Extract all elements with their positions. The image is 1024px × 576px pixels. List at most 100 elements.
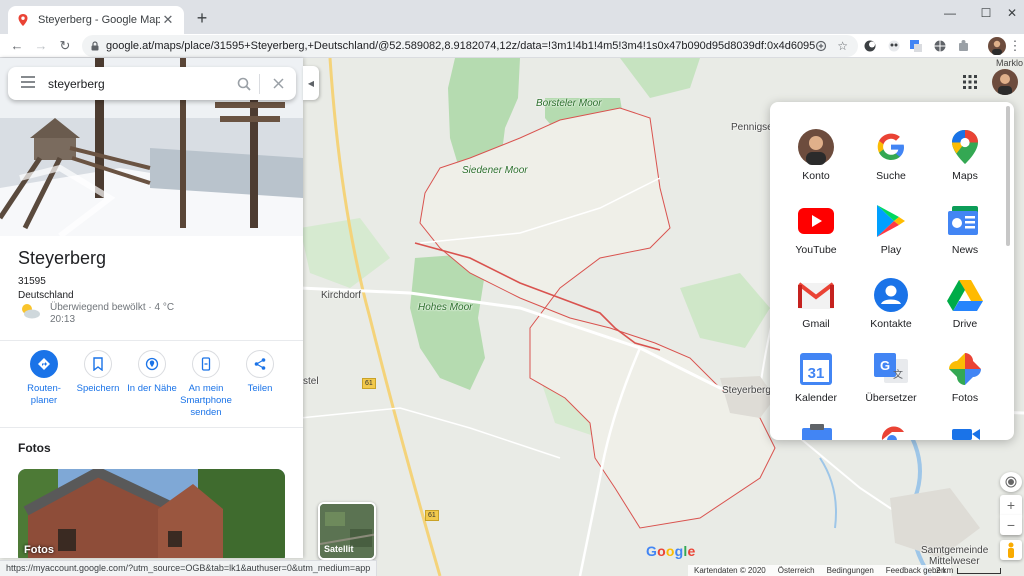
url-text: google.at/maps/place/31595+Steyerberg,+D…: [106, 40, 816, 52]
directions-icon: [30, 350, 58, 378]
photos-section-title: Fotos: [18, 441, 51, 455]
hamburger-menu-icon[interactable]: [8, 76, 48, 91]
zoom-in-button[interactable]: +: [1000, 495, 1022, 515]
map-label-steyerberg: Steyerberg: [722, 385, 771, 396]
star-icon[interactable]: ☆: [837, 39, 848, 53]
app-uebersetzer[interactable]: G 文 Übersetzer: [854, 350, 928, 404]
extensions-puzzle-icon[interactable]: [956, 38, 972, 54]
map-label-siedener-moor: Siedener Moor: [462, 165, 528, 176]
chrome-icon: [881, 426, 904, 440]
new-tab-button[interactable]: +: [192, 9, 212, 27]
account-avatar[interactable]: [992, 69, 1018, 95]
app-name: Suche: [876, 170, 906, 182]
clear-search-icon[interactable]: [260, 78, 296, 89]
contacts-icon: [872, 276, 910, 314]
google-apps-icon[interactable]: [962, 74, 978, 90]
pegman-button[interactable]: [1000, 540, 1022, 560]
app-name: News: [951, 244, 979, 256]
action-label: An mein Smartphone senden: [180, 383, 232, 418]
place-panel: Steyerberg 31595 Deutschland Überwiegend…: [0, 58, 303, 558]
satellite-toggle[interactable]: Satellit: [318, 502, 376, 560]
road-shield-61: 61: [362, 378, 376, 389]
scale-label: 2 km: [936, 566, 954, 575]
drive-icon: [946, 276, 984, 314]
extension-owl-icon[interactable]: [886, 38, 902, 54]
search-icon[interactable]: [229, 74, 259, 94]
my-location-button[interactable]: [1000, 472, 1022, 492]
tab-close-icon[interactable]: ✕: [160, 12, 176, 28]
search-input[interactable]: [48, 76, 229, 91]
action-directions[interactable]: Routen- planer: [14, 350, 74, 407]
extension-globe-icon[interactable]: [932, 38, 948, 54]
status-bar-url: https://myaccount.google.com/?utm_source…: [0, 560, 378, 576]
app-kontakte[interactable]: Kontakte: [854, 276, 928, 330]
app-youtube[interactable]: YouTube: [779, 202, 853, 256]
meet-icon: [952, 429, 980, 440]
calendar-icon: 31: [797, 350, 835, 388]
translate-extension-icon[interactable]: [908, 38, 924, 54]
browser-tab[interactable]: Steyerberg - Google Maps ✕: [8, 6, 184, 34]
zoom-out-button[interactable]: −: [1000, 515, 1022, 535]
app-kalender[interactable]: 31 Kalender: [779, 350, 853, 404]
app-konto[interactable]: Konto: [779, 128, 853, 182]
forward-button[interactable]: →: [32, 37, 50, 55]
play-icon: [872, 202, 910, 240]
map-scale[interactable]: 2 km: [934, 565, 1002, 576]
briefcase-icon: [802, 424, 832, 440]
attribution-terms-link[interactable]: Bedingungen: [827, 565, 874, 576]
app-name: YouTube: [795, 244, 837, 256]
attribution-copyright: Kartendaten © 2020: [694, 566, 766, 575]
app-gmail[interactable]: Gmail: [779, 276, 853, 330]
browser-toolbar: ← → ↻ google.at/maps/place/31595+Steyerb…: [0, 34, 1024, 58]
map-label-kirchdorf: Kirchdorf: [321, 290, 362, 301]
action-label: In der Nähe: [127, 383, 177, 394]
weather-text: Überwiegend bewölkt · 4 °C: [50, 302, 175, 313]
extension-dark-icon[interactable]: [862, 38, 878, 54]
collapse-panel-button[interactable]: ◀: [303, 66, 319, 100]
reload-button[interactable]: ↻: [56, 37, 74, 55]
photo-card[interactable]: Fotos: [18, 469, 285, 558]
app-name: Play: [880, 244, 902, 256]
app-play[interactable]: Play: [854, 202, 928, 256]
app-name: Konto: [802, 170, 830, 182]
map-label-marklo: Marklo: [996, 58, 1024, 68]
share-icon: [246, 350, 274, 378]
tab-title: Steyerberg - Google Maps: [38, 14, 160, 26]
photo-card-label: Fotos: [24, 544, 54, 556]
profile-avatar-icon[interactable]: [988, 37, 1006, 55]
action-share[interactable]: Teilen: [230, 350, 290, 395]
back-button[interactable]: ←: [8, 37, 26, 55]
weather-info: Überwiegend bewölkt · 4 °C 20:13: [18, 302, 174, 326]
map-label-stel: stel: [303, 376, 319, 387]
app-name: Drive: [952, 318, 978, 330]
app-drive[interactable]: Drive: [928, 276, 1002, 330]
minimize-button[interactable]: —: [936, 4, 964, 22]
local-time: 20:13: [50, 314, 76, 325]
action-label: Routen- planer: [27, 383, 61, 406]
my-location-icon: [1005, 476, 1017, 488]
divider: [0, 427, 303, 428]
lock-icon: [91, 41, 99, 51]
maps-icon: [946, 128, 984, 166]
maximize-button[interactable]: ☐: [972, 4, 1000, 22]
address-bar[interactable]: google.at/maps/place/31595+Steyerberg,+D…: [82, 35, 858, 57]
calendar-day: 31: [808, 365, 825, 382]
app-suche[interactable]: Suche: [854, 128, 928, 182]
apps-scrollbar[interactable]: [1006, 106, 1010, 246]
action-send-to-phone[interactable]: An mein Smartphone senden: [176, 350, 236, 419]
attribution-country-link[interactable]: Österreich: [778, 565, 815, 576]
window-close-button[interactable]: ✕: [1002, 4, 1022, 22]
app-name: Kontakte: [870, 318, 912, 330]
photo-thumbnail: [18, 469, 285, 558]
browser-menu-icon[interactable]: ⋮: [1006, 37, 1024, 55]
map-label-hohes-moor: Hohes Moor: [418, 302, 473, 313]
nearby-icon: [138, 350, 166, 378]
app-fotos[interactable]: Fotos: [928, 350, 1002, 404]
action-save[interactable]: Speichern: [68, 350, 128, 395]
app-news[interactable]: News: [928, 202, 1002, 256]
action-nearby[interactable]: In der Nähe: [122, 350, 182, 395]
zoom-icon[interactable]: [815, 40, 827, 52]
photos-icon: [946, 350, 984, 388]
app-maps[interactable]: Maps: [928, 128, 1002, 182]
action-label: Teilen: [247, 383, 273, 394]
